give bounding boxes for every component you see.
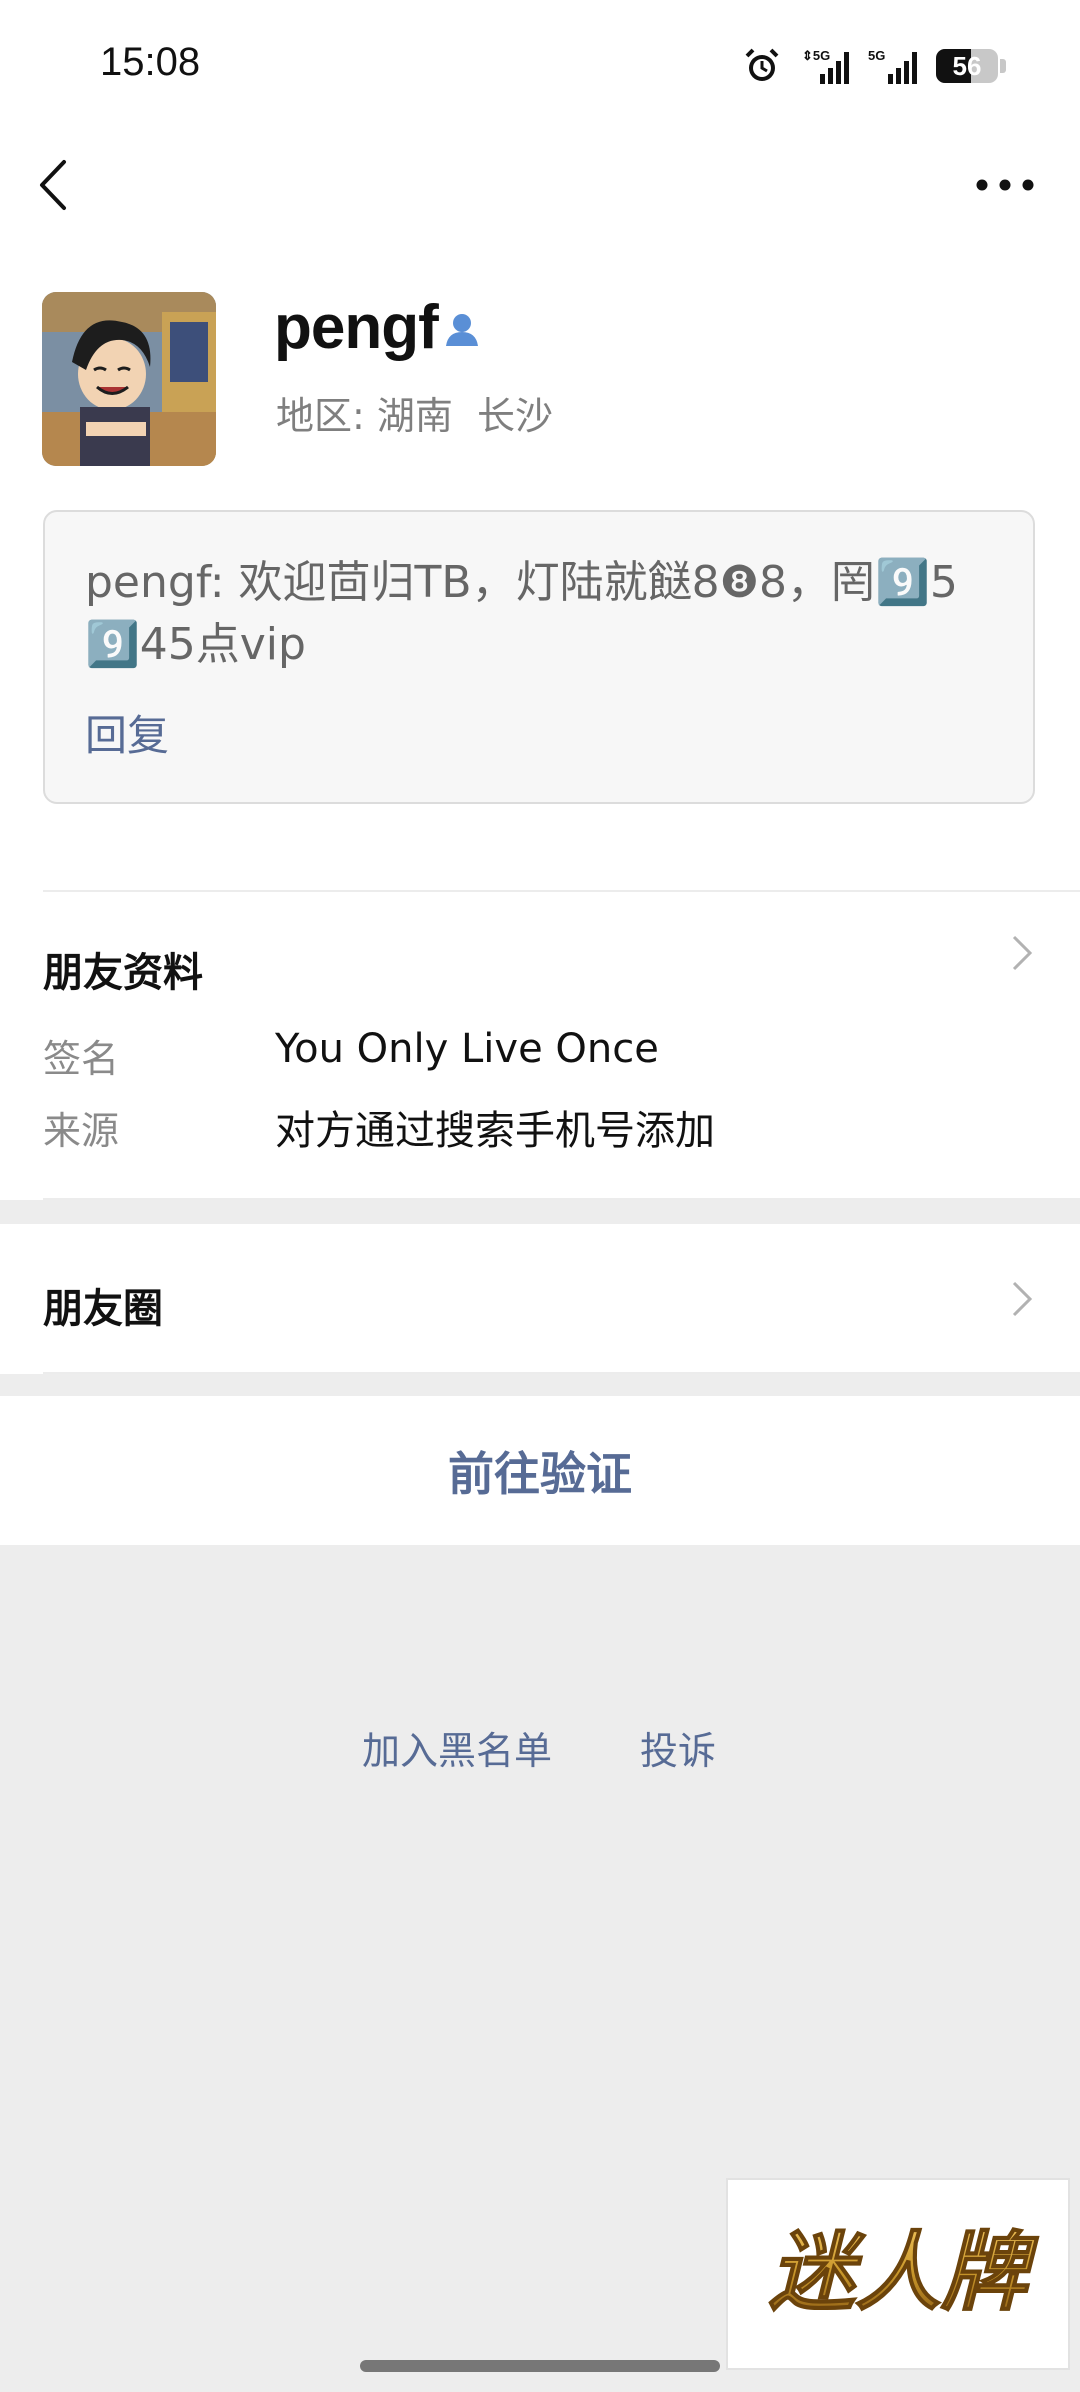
avatar[interactable] bbox=[42, 292, 216, 466]
moments-title[interactable]: 朋友圈 bbox=[43, 1276, 163, 1334]
source-label: 来源 bbox=[43, 1109, 120, 1153]
person-icon bbox=[446, 314, 478, 346]
home-indicator[interactable] bbox=[360, 2360, 720, 2372]
chevron-right-icon[interactable] bbox=[1010, 933, 1034, 973]
divider bbox=[43, 890, 1080, 892]
section-gap bbox=[0, 1374, 1080, 1396]
alarm-icon bbox=[745, 48, 779, 81]
status-time: 15:08 bbox=[100, 40, 201, 84]
watermark: 迷人牌 bbox=[726, 2178, 1070, 2370]
signature-label: 签名 bbox=[43, 1037, 120, 1081]
back-button[interactable] bbox=[30, 150, 80, 220]
chevron-right-icon[interactable] bbox=[1010, 1279, 1034, 1319]
reply-link[interactable]: 回复 bbox=[85, 702, 169, 763]
battery-icon: 56 bbox=[936, 49, 998, 83]
signal-5g-icon: 5G bbox=[868, 48, 917, 84]
verify-button[interactable]: 前往验证 bbox=[0, 1396, 1080, 1546]
svg-text:⇕5G: ⇕5G bbox=[802, 48, 830, 63]
friend-info-title[interactable]: 朋友资料 bbox=[43, 940, 203, 998]
report-link[interactable]: 投诉 bbox=[640, 1720, 716, 1775]
watermark-logo: 迷人牌 bbox=[768, 2222, 1040, 2324]
signature-value: You Only Live Once bbox=[275, 1026, 659, 1072]
profile-name: pengf bbox=[274, 293, 439, 362]
watermark-text: 迷人牌 bbox=[769, 2223, 1039, 2323]
profile-region: 地区: 湖南 长沙 bbox=[276, 394, 554, 438]
greeting-text: pengf: 欢迎茴归TB，灯陆就餸8❽8，罔9️⃣5 9️⃣45点vip bbox=[85, 557, 958, 670]
svg-text:5G: 5G bbox=[868, 48, 885, 63]
battery-level: 56 bbox=[952, 50, 982, 81]
section-gap bbox=[0, 1200, 1080, 1224]
more-button[interactable] bbox=[970, 165, 1040, 205]
status-icons: ⇕5G 5G 56 bbox=[742, 44, 1006, 88]
source-value: 对方通过搜索手机号添加 bbox=[275, 1108, 715, 1154]
greeting-card: pengf: 欢迎茴归TB，灯陆就餸8❽8，罔9️⃣5 9️⃣45点vip 回复 bbox=[43, 510, 1035, 804]
blacklist-link[interactable]: 加入黑名单 bbox=[362, 1720, 552, 1775]
battery-tip bbox=[1000, 59, 1006, 73]
signal-5g-icon: ⇕5G bbox=[802, 48, 849, 84]
avatar-image bbox=[42, 292, 216, 466]
